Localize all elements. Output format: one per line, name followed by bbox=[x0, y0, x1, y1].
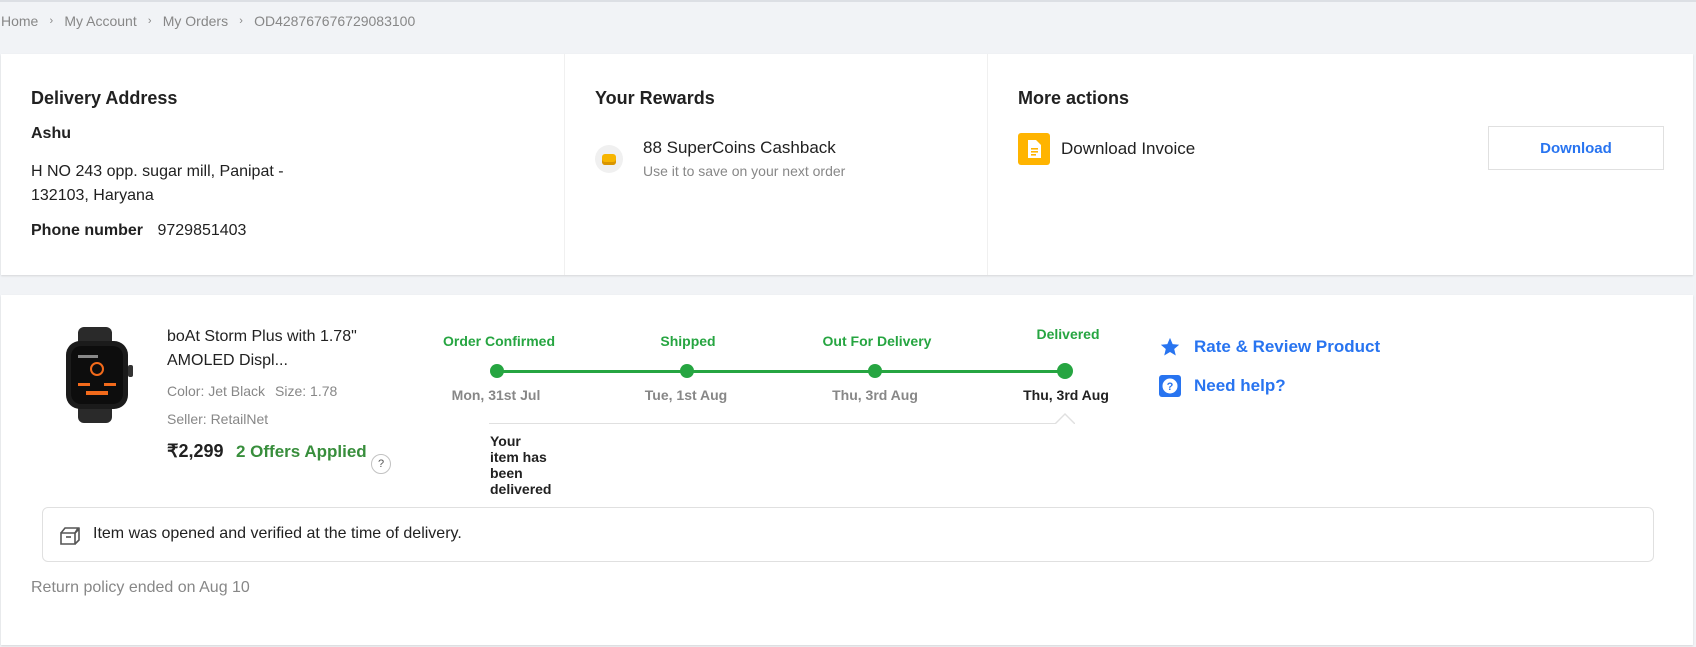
help-icon: ? bbox=[1158, 374, 1182, 398]
delivery-status-message: Your item has been delivered bbox=[490, 433, 552, 497]
phone-label: Phone number bbox=[31, 222, 144, 239]
need-help-link[interactable]: ? Need help? bbox=[1158, 374, 1286, 398]
delivery-address-section: Delivery Address Ashu H NO 243 opp. suga… bbox=[1, 54, 565, 275]
step-date-out-for-delivery: Thu, 3rd Aug bbox=[832, 387, 918, 403]
step-dot-out-for-delivery bbox=[868, 364, 882, 378]
product-size: Size: 1.78 bbox=[275, 383, 338, 399]
tracker-progress-line bbox=[496, 370, 1065, 373]
step-date-delivered: Thu, 3rd Aug bbox=[1023, 387, 1109, 403]
phone-row: Phone number 9729851403 bbox=[31, 222, 246, 240]
step-date-shipped: Tue, 1st Aug bbox=[644, 387, 728, 403]
product-variant: Color: Jet Black Size: 1.78 bbox=[167, 383, 337, 399]
supercoins-cashback: 88 SuperCoins Cashback bbox=[643, 138, 836, 157]
step-dot-delivered bbox=[1057, 363, 1073, 379]
breadcrumb: Home › My Account › My Orders › OD428767… bbox=[1, 13, 415, 29]
rewards-heading: Your Rewards bbox=[595, 88, 715, 108]
open-box-icon bbox=[58, 523, 82, 552]
more-actions-heading: More actions bbox=[1018, 88, 1130, 108]
supercoins-subtitle: Use it to save on your next order bbox=[643, 163, 846, 179]
breadcrumb-my-account[interactable]: My Account bbox=[64, 13, 136, 29]
open-box-verification-banner: Item was opened and verified at the time… bbox=[42, 507, 1654, 562]
offers-info-icon[interactable]: ? bbox=[371, 454, 391, 474]
step-date-order-confirmed: Mon, 31st Jul bbox=[451, 387, 541, 403]
top-divider bbox=[0, 0, 1696, 2]
order-item-card: boAt Storm Plus with 1.78" AMOLED Displ.… bbox=[1, 295, 1693, 645]
svg-text:?: ? bbox=[1167, 381, 1174, 393]
product-image[interactable] bbox=[56, 325, 138, 425]
step-label-delivered: Delivered bbox=[1036, 326, 1100, 342]
verification-text: Item was opened and verified at the time… bbox=[93, 525, 462, 542]
product-color: Color: Jet Black bbox=[167, 383, 266, 399]
document-icon bbox=[1018, 133, 1050, 165]
step-dot-shipped bbox=[680, 364, 694, 378]
chevron-right-icon: › bbox=[147, 15, 152, 27]
step-dot-order-confirmed bbox=[490, 364, 504, 378]
need-help-label: Need help? bbox=[1194, 376, 1286, 395]
step-label-order-confirmed: Order Confirmed bbox=[442, 333, 556, 349]
chevron-right-icon: › bbox=[239, 15, 243, 27]
address-text: H NO 243 opp. sugar mill, Panipat - 1321… bbox=[31, 163, 284, 204]
delivery-address-heading: Delivery Address bbox=[31, 88, 178, 108]
download-invoice-button[interactable]: Download bbox=[1488, 126, 1664, 170]
rewards-section: Your Rewards 88 SuperCoins Cashback Use … bbox=[565, 54, 988, 275]
order-info-card: Delivery Address Ashu H NO 243 opp. suga… bbox=[1, 54, 1693, 275]
offers-applied-link[interactable]: 2 Offers Applied bbox=[236, 442, 367, 462]
download-invoice-label: Download Invoice bbox=[1061, 139, 1196, 158]
supercoin-icon bbox=[595, 145, 623, 173]
chevron-right-icon: › bbox=[49, 15, 54, 27]
more-actions-section: More actions Download Invoice Download bbox=[988, 54, 1693, 275]
product-name-link[interactable]: boAt Storm Plus with 1.78" AMOLED Displ.… bbox=[167, 325, 397, 373]
rate-review-link[interactable]: Rate & Review Product bbox=[1158, 335, 1380, 359]
delivery-status-divider bbox=[489, 423, 1075, 424]
step-label-out-for-delivery: Out For Delivery bbox=[822, 333, 932, 349]
breadcrumb-home[interactable]: Home bbox=[1, 13, 38, 29]
return-policy-text: Return policy ended on Aug 10 bbox=[31, 579, 250, 596]
phone-number: 9729851403 bbox=[157, 222, 247, 239]
step-label-shipped: Shipped bbox=[660, 333, 716, 349]
product-seller: Seller: RetailNet bbox=[167, 411, 269, 427]
product-price: ₹2,299 bbox=[167, 441, 224, 461]
star-icon bbox=[1158, 335, 1182, 359]
breadcrumb-my-orders[interactable]: My Orders bbox=[163, 13, 228, 29]
status-pointer-inner bbox=[1056, 415, 1074, 424]
breadcrumb-order-id: OD428767676729083100 bbox=[254, 13, 416, 29]
recipient-name: Ashu bbox=[31, 125, 71, 142]
rate-review-label: Rate & Review Product bbox=[1194, 337, 1381, 356]
